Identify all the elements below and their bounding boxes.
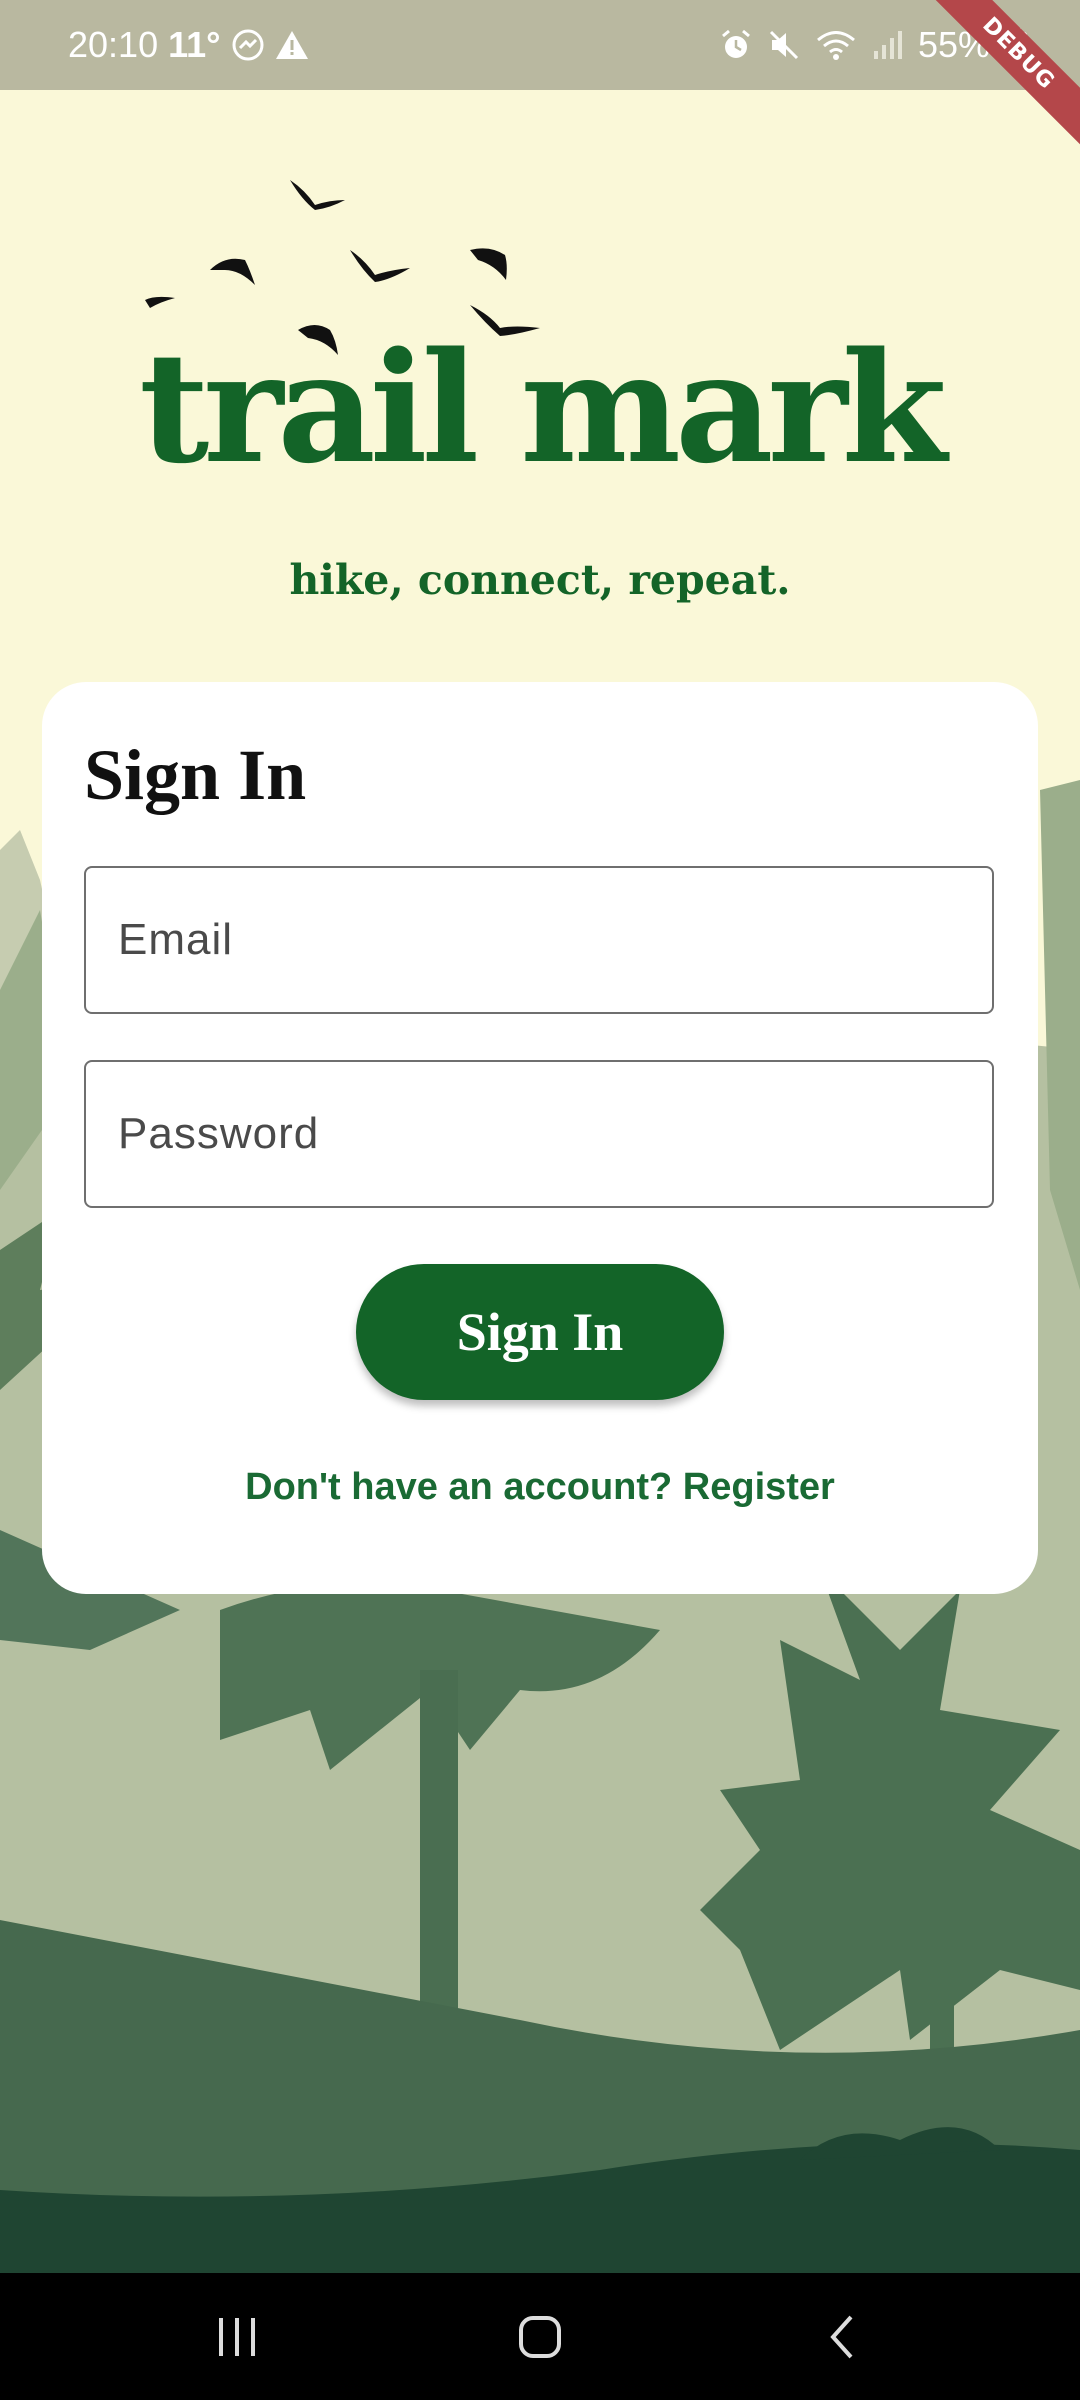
back-button[interactable] — [762, 2273, 922, 2400]
password-field[interactable]: Password — [84, 1060, 994, 1208]
email-field[interactable]: Email — [84, 866, 994, 1014]
back-icon — [830, 2315, 853, 2358]
status-time: 20:10 — [68, 24, 159, 65]
recent-apps-button[interactable] — [157, 2273, 317, 2400]
app-tagline: hike, connect, repeat. — [289, 556, 791, 604]
signin-card: Sign In Email Password Sign In Don't hav… — [42, 682, 1038, 1594]
recent-apps-icon — [219, 2317, 255, 2356]
alarm-icon — [720, 29, 752, 61]
wifi-icon — [816, 29, 856, 61]
status-temperature: 11° — [168, 24, 221, 65]
home-button[interactable] — [460, 2273, 620, 2400]
signin-button[interactable]: Sign In — [356, 1264, 724, 1400]
status-bar: 20:10 11° 55% — [0, 0, 1080, 90]
signal-icon — [872, 29, 902, 61]
status-left: 20:10 11° — [68, 24, 309, 66]
home-icon — [519, 2315, 561, 2358]
app-logo-title: trail mark — [139, 318, 947, 497]
mute-icon — [768, 29, 800, 61]
signin-title: Sign In — [84, 735, 307, 815]
email-placeholder: Email — [118, 915, 234, 964]
register-link[interactable]: Don't have an account? Register — [42, 1466, 1038, 1509]
warning-icon — [275, 29, 309, 61]
system-nav-bar — [0, 2273, 1080, 2400]
messenger-icon — [231, 28, 265, 62]
password-placeholder: Password — [118, 1109, 320, 1158]
